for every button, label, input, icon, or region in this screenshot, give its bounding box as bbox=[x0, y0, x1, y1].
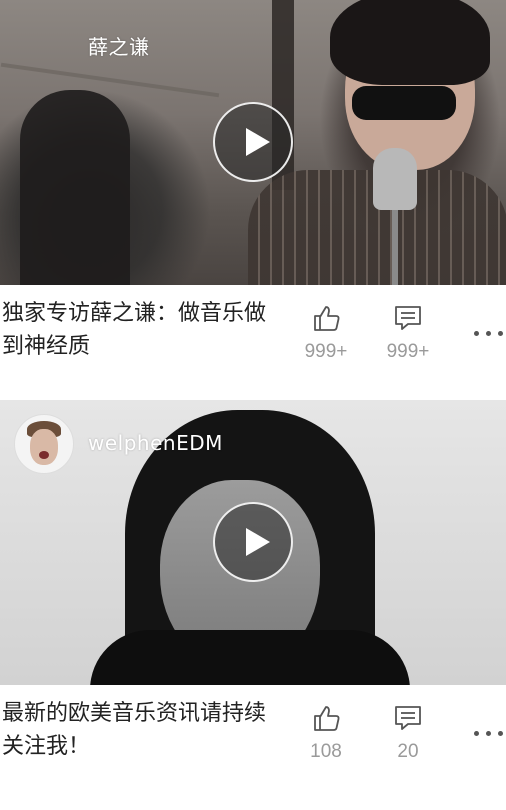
artist-shirt bbox=[90, 630, 410, 685]
mic-stand bbox=[392, 205, 398, 285]
video-title[interactable]: 最新的欧美音乐资讯请持续关注我！ bbox=[2, 697, 282, 763]
feed-card: welphenEDM 最新的欧美音乐资讯请持续关注我！ 108 20 bbox=[0, 400, 506, 800]
video-thumbnail[interactable]: welphenEDM bbox=[0, 400, 506, 685]
play-button[interactable] bbox=[213, 102, 293, 182]
play-button[interactable] bbox=[213, 502, 293, 582]
comment-button[interactable]: 999+ bbox=[373, 303, 443, 363]
background-bridge bbox=[0, 62, 220, 98]
play-icon bbox=[246, 528, 270, 556]
like-button[interactable]: 108 bbox=[291, 703, 361, 763]
video-title[interactable]: 独家专访薛之谦：做音乐做到神经质 bbox=[2, 297, 282, 363]
comment-icon bbox=[395, 306, 421, 330]
comment-icon bbox=[395, 706, 421, 730]
like-count: 108 bbox=[310, 741, 342, 762]
background-person bbox=[20, 90, 130, 285]
like-button[interactable]: 999+ bbox=[291, 303, 361, 363]
thumbs-up-icon bbox=[314, 706, 340, 731]
more-dots-icon[interactable] bbox=[470, 723, 506, 743]
avatar[interactable] bbox=[14, 414, 74, 474]
comment-button[interactable]: 20 bbox=[373, 703, 443, 763]
card-info: 独家专访薛之谦：做音乐做到神经质 999+ 999+ bbox=[0, 285, 506, 400]
like-count: 999+ bbox=[304, 341, 348, 362]
author-name[interactable]: welphenEDM bbox=[88, 431, 223, 455]
video-thumbnail[interactable]: 薛之谦 bbox=[0, 0, 506, 285]
author-name[interactable]: 薛之谦 bbox=[88, 31, 150, 60]
more-dots-icon[interactable] bbox=[470, 323, 506, 343]
thumbs-up-icon bbox=[314, 306, 340, 331]
microphone bbox=[373, 148, 417, 210]
comment-count: 20 bbox=[397, 741, 419, 762]
feed-card: 薛之谦 独家专访薛之谦：做音乐做到神经质 999+ 999+ bbox=[0, 0, 506, 400]
singer-sunglasses bbox=[352, 86, 456, 120]
singer-hair bbox=[330, 0, 490, 85]
card-info: 最新的欧美音乐资讯请持续关注我！ 108 20 bbox=[0, 685, 506, 800]
play-icon bbox=[246, 128, 270, 156]
comment-count: 999+ bbox=[386, 341, 430, 362]
